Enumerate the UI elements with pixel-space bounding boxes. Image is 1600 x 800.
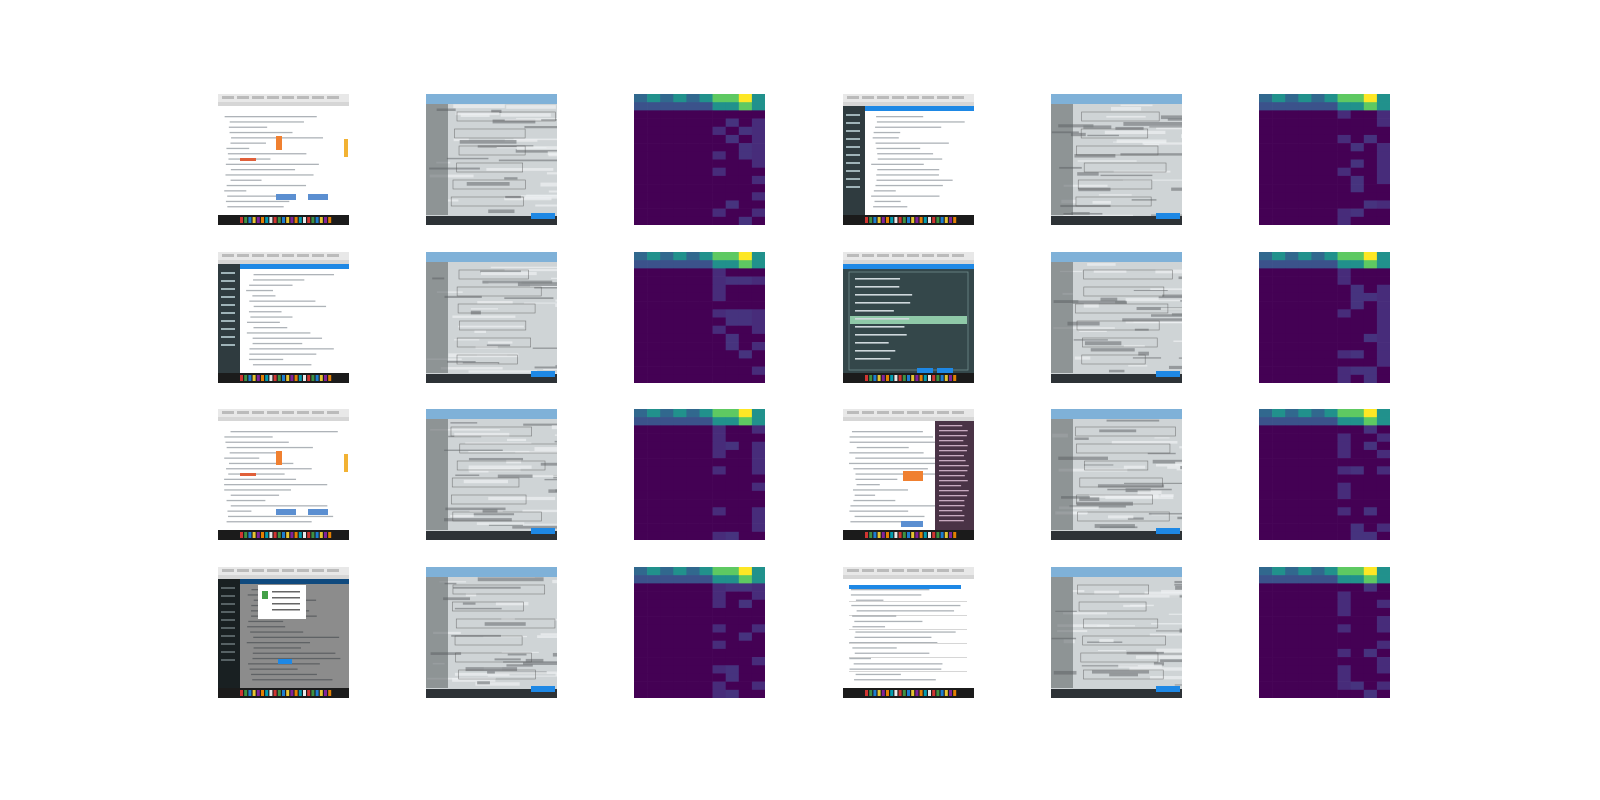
- reconstruction-panel: [1051, 409, 1185, 543]
- screenshot-panel: [843, 94, 977, 228]
- heatmap-image: [1259, 252, 1390, 383]
- reconstruction-image: [426, 94, 557, 225]
- heatmap-image: [1259, 409, 1390, 540]
- screenshot-image: [843, 94, 974, 225]
- heatmap-image: [1259, 567, 1390, 698]
- reconstruction-image: [426, 409, 557, 540]
- reconstruction-panel: [1051, 567, 1185, 701]
- reconstruction-image: [1051, 94, 1182, 225]
- heatmap-panel: [1259, 409, 1393, 543]
- screenshot-image: [843, 409, 974, 540]
- reconstruction-panel: [426, 252, 560, 386]
- screenshot-image: [218, 94, 349, 225]
- screenshot-panel: [218, 94, 352, 228]
- reconstruction-image: [1051, 252, 1182, 383]
- heatmap-panel: [1259, 567, 1393, 701]
- heatmap-image: [1259, 94, 1390, 225]
- reconstruction-image: [426, 252, 557, 383]
- screenshot-panel: [218, 409, 352, 543]
- reconstruction-panel: [426, 94, 560, 228]
- reconstruction-panel: [1051, 94, 1185, 228]
- heatmap-image: [634, 252, 765, 383]
- heatmap-image: [634, 567, 765, 698]
- heatmap-panel: [634, 94, 768, 228]
- screenshot-image: [218, 252, 349, 383]
- reconstruction-image: [1051, 567, 1182, 698]
- screenshot-panel: [218, 567, 352, 701]
- heatmap-panel: [634, 567, 768, 701]
- screenshot-image: [843, 252, 974, 383]
- screenshot-panel: [843, 409, 977, 543]
- screenshot-image: [843, 567, 974, 698]
- reconstruction-panel: [426, 409, 560, 543]
- reconstruction-image: [1051, 409, 1182, 540]
- heatmap-panel: [1259, 94, 1393, 228]
- screenshot-image: [218, 567, 349, 698]
- reconstruction-image: [426, 567, 557, 698]
- screenshot-panel: [843, 567, 977, 701]
- reconstruction-panel: [426, 567, 560, 701]
- heatmap-image: [634, 94, 765, 225]
- figure-grid: [0, 0, 1600, 800]
- heatmap-panel: [634, 409, 768, 543]
- heatmap-image: [634, 409, 765, 540]
- screenshot-panel: [843, 252, 977, 386]
- heatmap-panel: [634, 252, 768, 386]
- screenshot-image: [218, 409, 349, 540]
- heatmap-panel: [1259, 252, 1393, 386]
- reconstruction-panel: [1051, 252, 1185, 386]
- screenshot-panel: [218, 252, 352, 386]
